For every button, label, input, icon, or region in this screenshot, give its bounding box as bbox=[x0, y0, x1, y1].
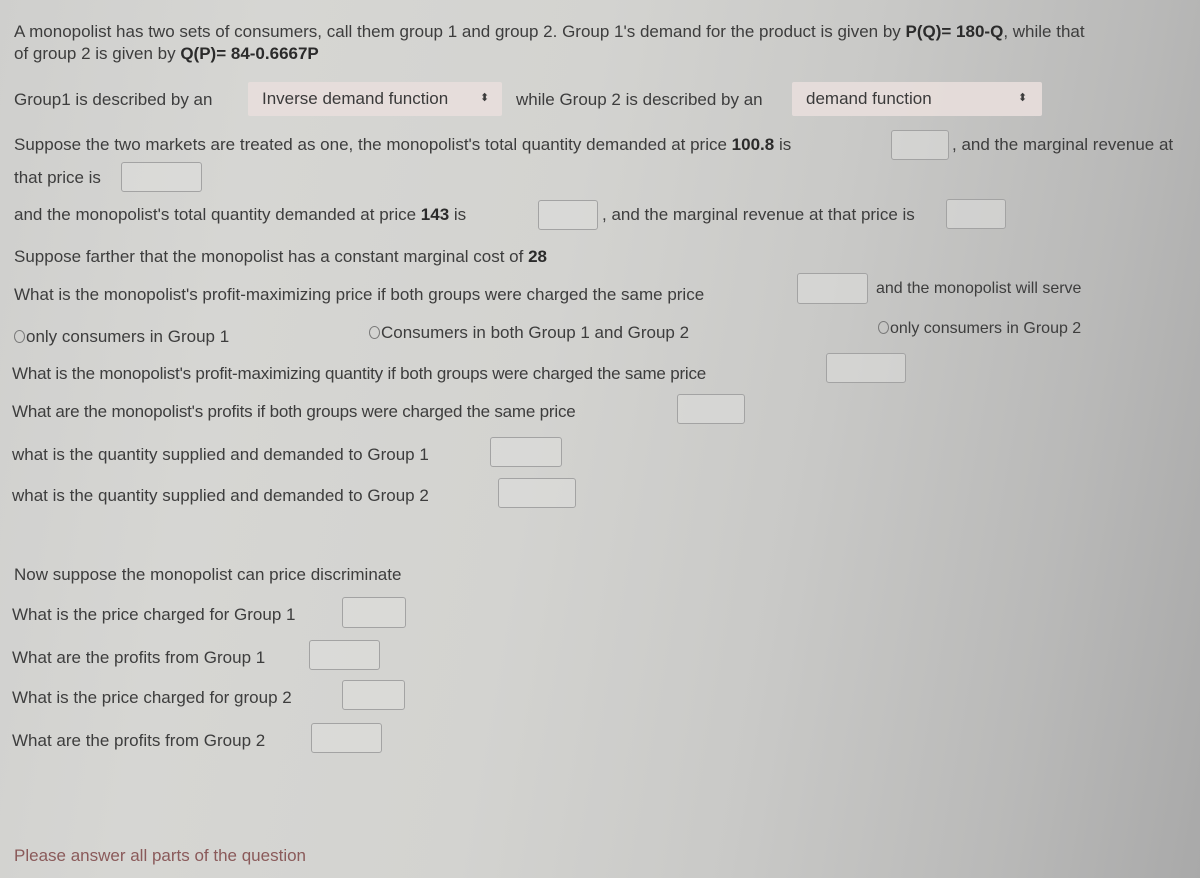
group2-profit-question: What are the profits from Group 2 bbox=[12, 731, 266, 750]
marginal-revenue-label-1-cont: that price is bbox=[14, 168, 101, 187]
radio-button-icon[interactable] bbox=[878, 321, 889, 334]
quantity-at-price-1-input[interactable] bbox=[891, 130, 949, 160]
marginal-revenue-at-price-1-input[interactable] bbox=[121, 162, 202, 192]
group1-quantity-input[interactable] bbox=[490, 437, 562, 467]
select-arrows-icon: ⬍ bbox=[1018, 92, 1028, 104]
group1-function-type-select[interactable]: Inverse demand function ⬍ bbox=[248, 82, 502, 116]
radio-button-icon[interactable] bbox=[369, 326, 380, 339]
profit-max-quantity-input[interactable] bbox=[826, 353, 906, 383]
group1-profit-input[interactable] bbox=[309, 640, 380, 670]
group2-describe-label: while Group 2 is described by an bbox=[516, 90, 763, 109]
marginal-revenue-label-2: , and the marginal revenue at that price… bbox=[602, 205, 915, 224]
price-value-1: 100.8 bbox=[731, 135, 775, 154]
profit-max-price-input[interactable] bbox=[797, 273, 868, 304]
combined-quantity-question-2: and the monopolist's total quantity dema… bbox=[14, 205, 467, 224]
group1-demand-equation: P(Q)= 180-Q bbox=[905, 22, 1004, 41]
group1-price-input[interactable] bbox=[342, 597, 406, 628]
problem-statement-line2: of group 2 is given by Q(P)= 84-0.6667P bbox=[14, 44, 319, 63]
group2-price-input[interactable] bbox=[342, 680, 405, 710]
group2-quantity-question: what is the quantity supplied and demand… bbox=[12, 486, 429, 505]
group2-demand-equation: Q(P)= 84-0.6667P bbox=[180, 44, 319, 63]
marginal-cost-value: 28 bbox=[528, 247, 547, 266]
select-arrows-icon: ⬍ bbox=[480, 92, 490, 104]
marginal-cost-statement: Suppose farther that the monopolist has … bbox=[14, 247, 547, 266]
radio-group1-only[interactable]: only consumers in Group 1 bbox=[14, 326, 229, 348]
group1-profit-question: What are the profits from Group 1 bbox=[12, 648, 266, 667]
radio-group2-only[interactable]: only consumers in Group 2 bbox=[878, 318, 1081, 340]
group2-price-question: What is the price charged for group 2 bbox=[12, 688, 292, 707]
profit-max-quantity-question: What is the monopolist's profit-maximizi… bbox=[12, 364, 707, 383]
serve-label: and the monopolist will serve bbox=[876, 280, 1082, 297]
group1-quantity-question: what is the quantity supplied and demand… bbox=[12, 445, 429, 464]
radio-button-icon[interactable] bbox=[14, 330, 25, 343]
group2-quantity-input[interactable] bbox=[498, 478, 576, 508]
price-discrimination-heading: Now suppose the monopolist can price dis… bbox=[14, 565, 402, 584]
marginal-revenue-label-1: , and the marginal revenue at bbox=[952, 135, 1174, 154]
group1-price-question: What is the price charged for Group 1 bbox=[12, 605, 296, 624]
profit-max-price-question: What is the monopolist's profit-maximizi… bbox=[14, 285, 705, 304]
group2-profit-input[interactable] bbox=[311, 723, 382, 753]
radio-both-groups[interactable]: Consumers in both Group 1 and Group 2 bbox=[369, 322, 689, 344]
combined-quantity-question-1: Suppose the two markets are treated as o… bbox=[14, 135, 792, 154]
profit-input[interactable] bbox=[677, 394, 745, 424]
group1-describe-label: Group1 is described by an bbox=[14, 90, 213, 109]
incomplete-answer-warning: Please answer all parts of the question bbox=[14, 846, 307, 865]
group2-function-type-select[interactable]: demand function ⬍ bbox=[792, 82, 1042, 116]
problem-statement-line1: A monopolist has two sets of consumers, … bbox=[14, 22, 1085, 41]
profit-question: What are the monopolist's profits if bot… bbox=[12, 402, 576, 421]
marginal-revenue-at-price-2-input[interactable] bbox=[946, 199, 1006, 229]
price-value-2: 143 bbox=[420, 205, 450, 224]
quantity-at-price-2-input[interactable] bbox=[538, 200, 598, 230]
